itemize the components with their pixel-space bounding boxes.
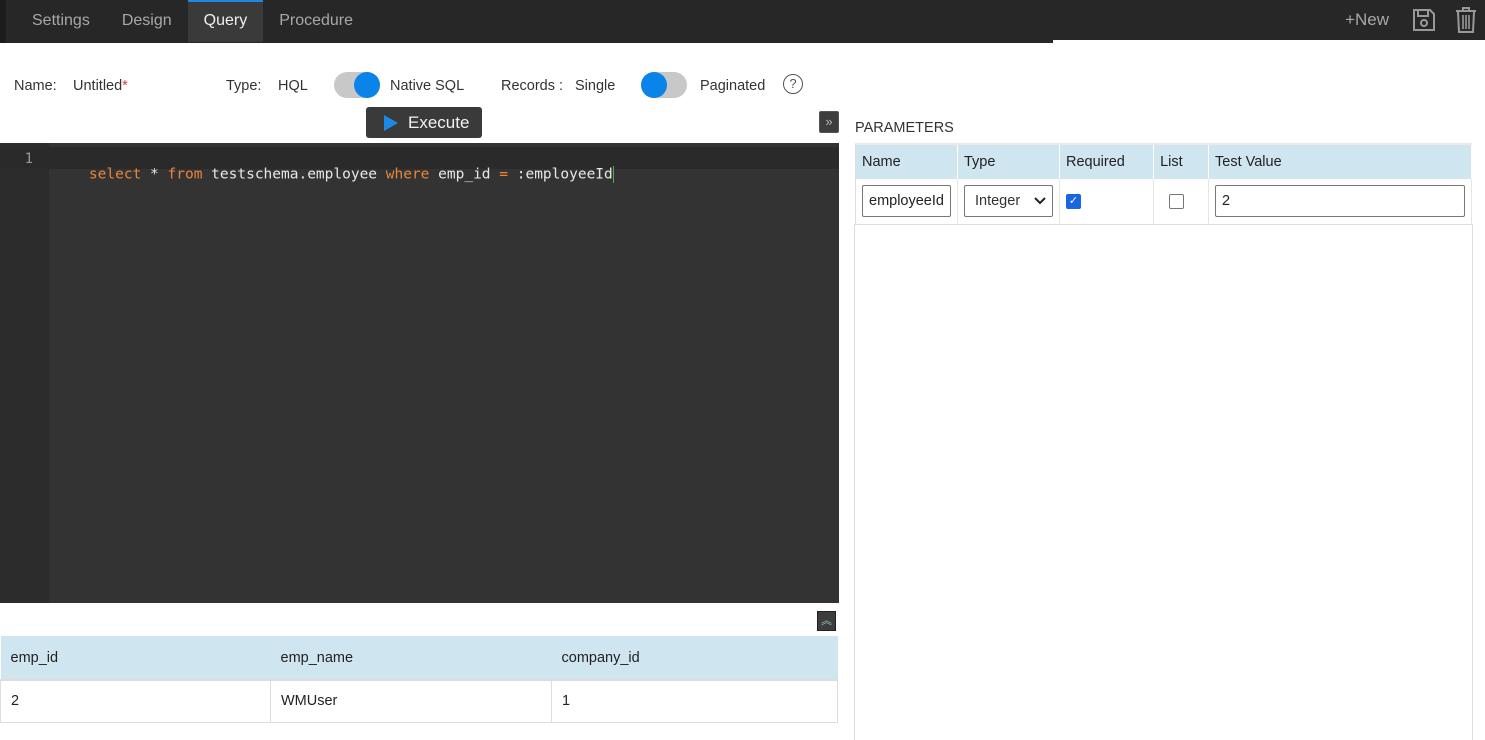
param-column-header: Required (1059, 143, 1155, 179)
tab-design[interactable]: Design (106, 0, 188, 42)
parameters-title: PARAMETERS (855, 120, 954, 136)
param-list-checkbox[interactable] (1168, 193, 1184, 209)
code-token: select (88, 166, 142, 183)
save-button[interactable] (1409, 5, 1439, 35)
type-toggle-knob (354, 72, 380, 98)
query-name-value: Untitled (73, 78, 123, 94)
chevron-down-icon (1034, 197, 1046, 205)
results-column-header[interactable]: emp_name (270, 636, 552, 681)
param-column-header: Name (855, 143, 958, 179)
results-cell: 1 (551, 680, 838, 723)
top-actions: +New (1345, 0, 1485, 40)
records-option-paginated: Paginated (700, 78, 766, 94)
code-token: * (141, 166, 168, 183)
type-label: Type: (226, 78, 262, 94)
text-cursor (612, 166, 614, 183)
collapse-parameters-button[interactable]: » (819, 111, 839, 133)
type-option-native-sql: Native SQL (390, 78, 465, 94)
results-header-row: emp_id emp_name company_id (0, 636, 838, 681)
query-name[interactable]: Untitled* (73, 78, 128, 94)
param-test-value-input[interactable] (1215, 185, 1465, 218)
param-name-input[interactable] (862, 185, 951, 218)
editor-gutter (0, 143, 49, 603)
parameter-row: Integer ✓ (855, 179, 1472, 224)
execute-button[interactable]: Execute (366, 107, 482, 138)
code-line[interactable]: select * from testschema.employee where … (54, 150, 614, 199)
records-toggle-knob (641, 72, 667, 98)
play-icon (384, 114, 398, 131)
code-token: = (499, 166, 508, 183)
query-editor[interactable]: 1 select * from testschema.employee wher… (0, 143, 839, 603)
delete-button[interactable] (1451, 5, 1481, 35)
results-column-header[interactable]: company_id (551, 636, 838, 681)
records-option-single: Single (575, 78, 616, 94)
records-toggle[interactable] (641, 72, 687, 98)
code-token: :employeeId (508, 166, 613, 183)
param-column-header: Type (957, 143, 1060, 179)
tab-procedure[interactable]: Procedure (263, 0, 369, 42)
required-star: * (122, 78, 128, 94)
parameters-panel-right-border (1472, 224, 1473, 740)
records-label: Records : (501, 78, 564, 94)
results-column-header[interactable]: emp_id (0, 636, 271, 681)
floppy-disk-icon (1413, 9, 1435, 31)
table-row[interactable]: 2 WMUser 1 (0, 680, 838, 723)
type-toggle[interactable] (334, 72, 380, 98)
new-button[interactable]: +New (1345, 10, 1389, 30)
param-column-header: Test Value (1208, 143, 1472, 179)
type-option-hql: HQL (278, 78, 308, 94)
code-token: from (167, 166, 203, 183)
execute-label: Execute (408, 112, 470, 132)
trash-icon (1456, 7, 1476, 33)
code-token: where (385, 166, 430, 183)
param-column-header: List (1153, 143, 1209, 179)
results-cell: 2 (0, 680, 271, 723)
param-type-select[interactable]: Integer (964, 185, 1053, 218)
parameters-table: Name Type Required List Test Value Integ… (855, 143, 1472, 225)
line-number: 1 (24, 151, 33, 167)
name-label: Name: (14, 78, 57, 94)
top-bar-left-strip (0, 0, 6, 43)
param-required-checkbox[interactable]: ✓ (1066, 193, 1081, 209)
code-token: emp_id (429, 166, 500, 183)
code-token: testschema.employee (202, 166, 386, 183)
parameters-header-row: Name Type Required List Test Value (855, 143, 1472, 179)
tab-bar: Settings Design Query Procedure (16, 0, 369, 42)
collapse-results-button[interactable]: ︽ (817, 611, 836, 631)
tab-query[interactable]: Query (187, 0, 264, 42)
results-cell: WMUser (270, 680, 552, 723)
query-options-row: Name: Untitled* Type: HQL Native SQL Rec… (0, 72, 840, 100)
help-icon[interactable]: ? (783, 74, 803, 94)
parameters-panel-left-border (854, 224, 855, 740)
results-table: emp_id emp_name company_id 2 WMUser 1 (0, 636, 838, 723)
tab-settings[interactable]: Settings (16, 0, 106, 42)
param-type-value: Integer (975, 193, 1021, 210)
